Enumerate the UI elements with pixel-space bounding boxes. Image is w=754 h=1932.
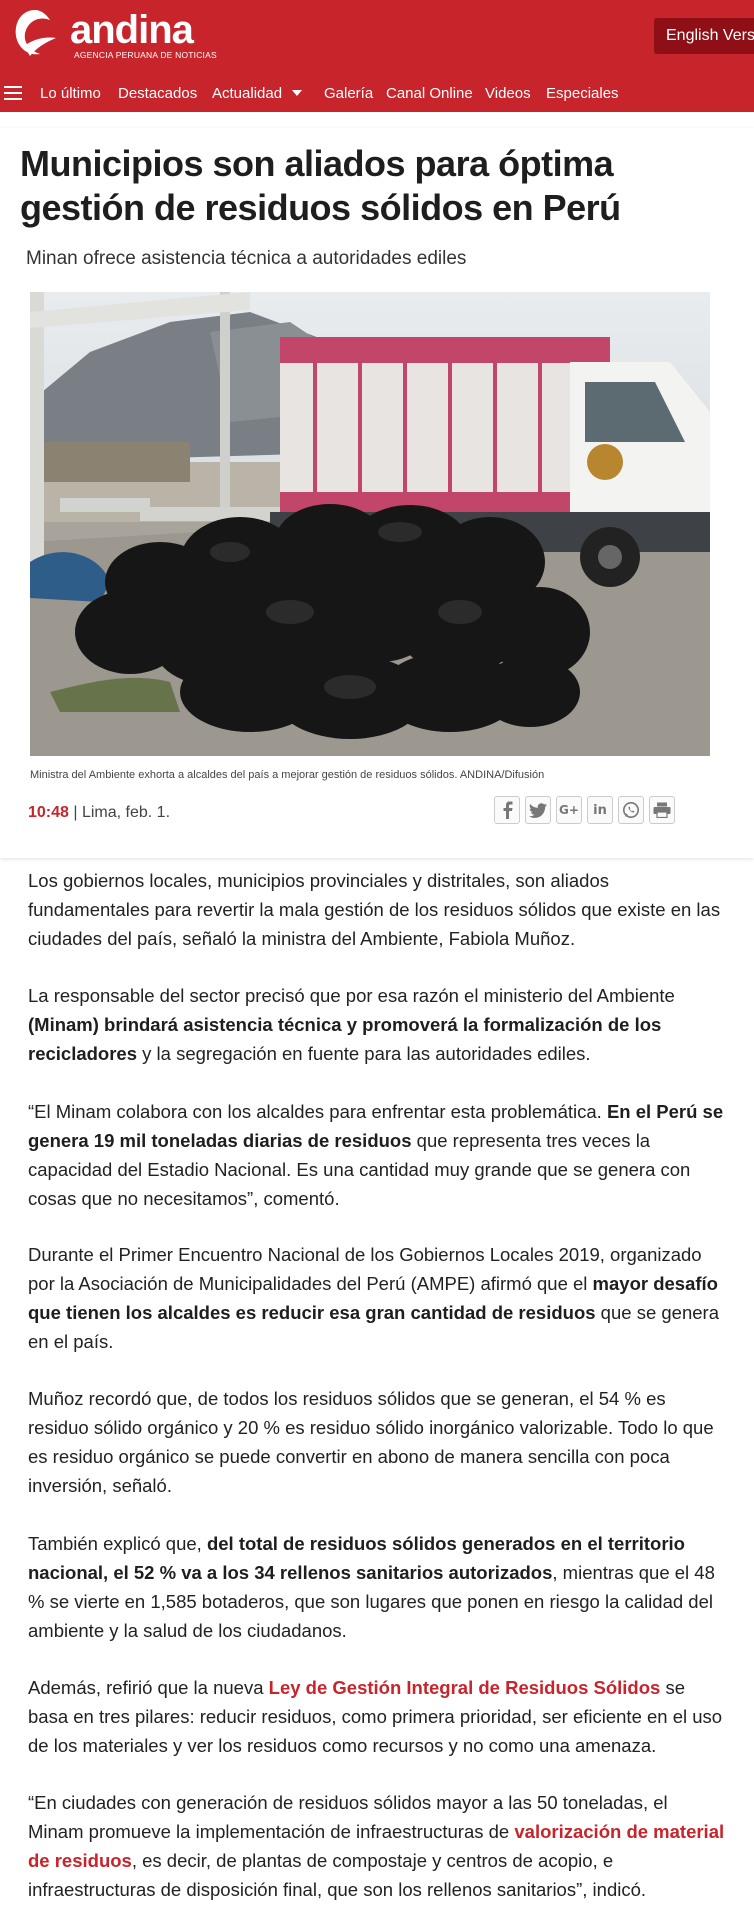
ley-gestion-link[interactable]: Ley de Gestión Integral de Residuos Sóli…	[269, 1677, 661, 1698]
article-paragraph-7: Además, refirió que la nueva Ley de Gest…	[28, 1677, 723, 1756]
hamburger-icon[interactable]	[4, 86, 22, 100]
main-nav: Lo último Destacados Actualidad Galería …	[0, 78, 754, 112]
article-paragraph-6: También explicó que, del total de residu…	[28, 1533, 715, 1641]
linkedin-icon[interactable]: in	[587, 796, 613, 824]
facebook-icon[interactable]	[494, 796, 520, 824]
nav-item-videos[interactable]: Videos	[485, 84, 531, 104]
nav-item-actualidad[interactable]: Actualidad	[212, 84, 303, 104]
nav-item-destacados[interactable]: Destacados	[118, 84, 197, 104]
andina-logo[interactable]: andina AGENCIA PERUANA DE NOTICIAS	[10, 6, 220, 66]
article-paragraph-1: Los gobiernos locales, municipios provin…	[28, 870, 721, 949]
article-title: Municipios son aliados para óptima gesti…	[20, 143, 621, 228]
article-paragraph-3: “El Minam colabora con los alcaldes para…	[28, 1101, 724, 1209]
nav-item-lo-ultimo[interactable]: Lo último	[40, 84, 101, 104]
publish-time: 10:48	[28, 804, 69, 821]
nav-item-canal-online[interactable]: Canal Online	[386, 84, 473, 104]
logo-subtitle: AGENCIA PERUANA DE NOTICIAS	[74, 50, 217, 60]
twitter-icon[interactable]	[525, 796, 551, 824]
caret-down-icon	[292, 90, 303, 96]
andina-logo-icon	[15, 10, 56, 56]
article-paragraph-5: Muñoz recordó que, de todos los residuos…	[28, 1388, 714, 1496]
google-plus-icon[interactable]: G+	[556, 796, 582, 824]
nav-item-actualidad-label: Actualidad	[212, 85, 283, 102]
publish-place-date: | Lima, feb. 1.	[68, 804, 171, 821]
article-subtitle: Minan ofrece asistencia técnica a autori…	[26, 248, 467, 269]
dateline: 10:48 | Lima, feb. 1.	[28, 804, 170, 822]
article-photo	[30, 292, 710, 756]
article-paragraph-8: “En ciudades con generación de residuos …	[28, 1792, 725, 1900]
article-paragraph-4: Durante el Primer Encuentro Nacional de …	[28, 1244, 719, 1352]
nav-item-especiales[interactable]: Especiales	[546, 84, 619, 104]
print-icon[interactable]	[649, 796, 675, 824]
garbage-truck-photo	[30, 292, 710, 756]
logo-text: andina	[70, 8, 194, 52]
english-version-button[interactable]: English Version	[654, 18, 754, 54]
photo-caption: Ministra del Ambiente exhorta a alcaldes…	[30, 769, 545, 781]
article-paragraph-2: La responsable del sector precisó que po…	[28, 985, 675, 1064]
nav-item-galeria[interactable]: Galería	[324, 84, 373, 104]
whatsapp-icon[interactable]	[618, 796, 644, 824]
site-header: andina AGENCIA PERUANA DE NOTICIAS Engli…	[0, 0, 754, 112]
